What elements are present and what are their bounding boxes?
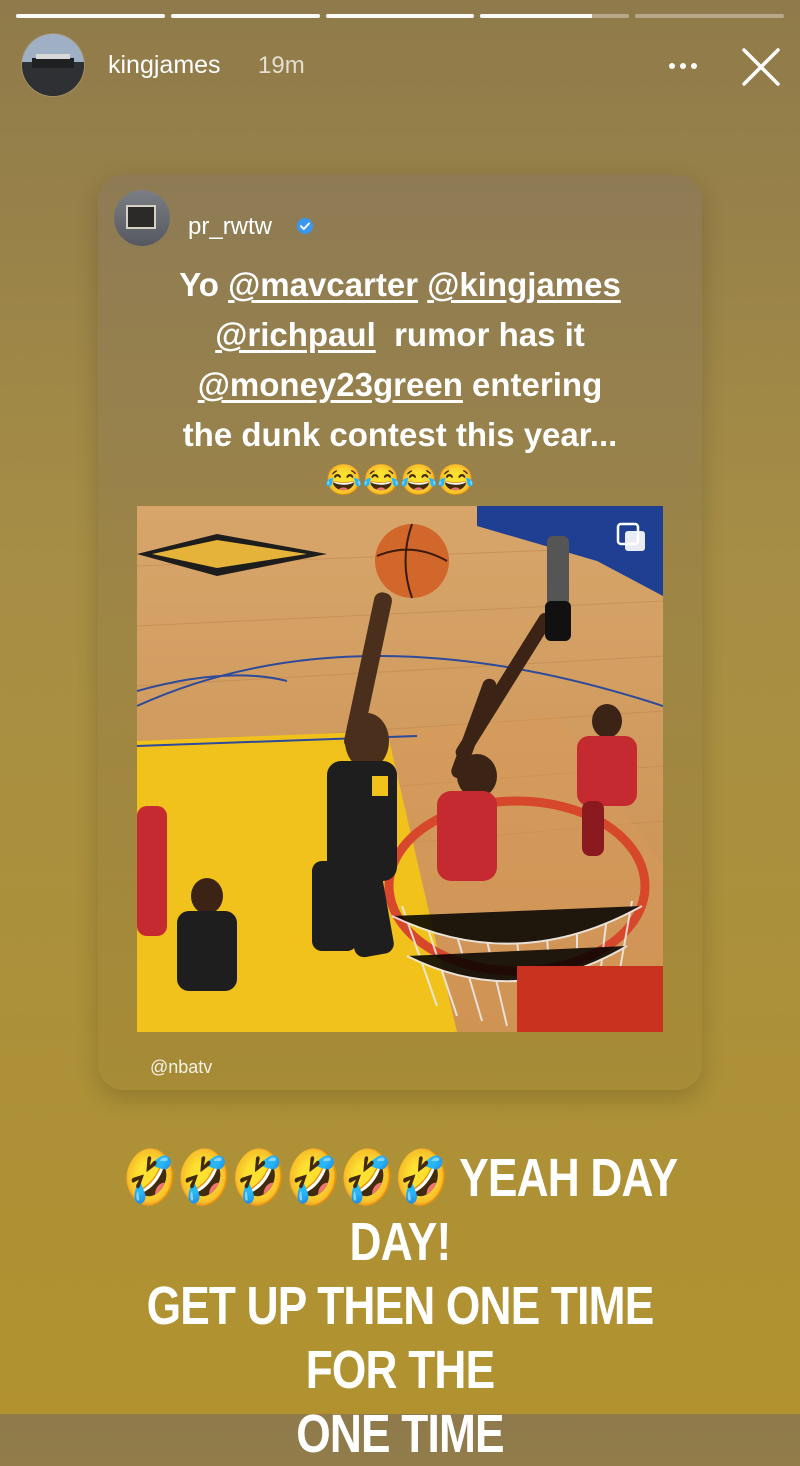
caption-line: Yo @mavcarter @kingjames — [98, 260, 702, 310]
caption-text: Yo — [179, 266, 229, 303]
mention-link[interactable]: @money23green — [198, 366, 463, 403]
post-caption: Yo @mavcarter @kingjames @richpaul rumor… — [98, 260, 702, 502]
story-text-line: 🤣🤣🤣🤣🤣🤣 YEAH DAY DAY! — [122, 1148, 679, 1272]
close-icon[interactable] — [740, 46, 782, 88]
verified-badge-icon — [297, 218, 313, 234]
reshared-post-card[interactable]: pr_rwtw Yo @mavcarter @kingjames @richpa… — [98, 175, 702, 1090]
story-text-line: GET UP THEN ONE TIME FOR THE — [146, 1276, 655, 1400]
mention-link[interactable]: @kingjames — [427, 266, 621, 303]
basketball-dunk-photo — [137, 506, 663, 1032]
progress-fill — [480, 14, 592, 18]
progress-fill — [325, 14, 475, 18]
caption-text: entering — [462, 366, 603, 403]
progress-segment — [170, 14, 320, 18]
caption-emojis: 😂😂😂😂 — [325, 464, 475, 497]
mention-link[interactable]: @richpaul — [215, 316, 376, 353]
progress-segment — [635, 14, 784, 18]
story-header: kingjames 19m — [22, 34, 782, 98]
progress-segment — [325, 14, 475, 18]
mention-link[interactable]: @mavcarter — [228, 266, 418, 303]
caption-line: @money23green entering — [98, 360, 702, 410]
caption-text — [418, 266, 427, 303]
story-username[interactable]: kingjames — [108, 51, 221, 80]
progress-segment — [16, 14, 165, 18]
post-username[interactable]: pr_rwtw — [188, 213, 272, 241]
more-icon[interactable] — [666, 56, 700, 76]
frame-graphic — [126, 205, 156, 229]
progress-fill — [16, 14, 165, 18]
story-text-overlay: 🤣🤣🤣🤣🤣🤣 YEAH DAY DAY! GET UP THEN ONE TIM… — [105, 1146, 695, 1466]
avatar-photo — [22, 34, 84, 96]
story-text-line: ONE TIME — [296, 1404, 504, 1464]
image-attribution[interactable]: @nbatv — [150, 1057, 212, 1078]
story-time: 19m — [258, 52, 305, 79]
progress-segment — [480, 14, 630, 18]
caption-line: the dunk contest this year... — [182, 416, 618, 453]
post-photo[interactable] — [137, 506, 663, 1032]
avatar[interactable] — [22, 34, 84, 96]
caption-line: @richpaul rumor has it — [98, 310, 702, 360]
caption-text: rumor has it — [375, 316, 585, 353]
story-progress — [16, 14, 784, 18]
progress-fill — [170, 14, 320, 18]
post-avatar[interactable] — [114, 190, 170, 246]
